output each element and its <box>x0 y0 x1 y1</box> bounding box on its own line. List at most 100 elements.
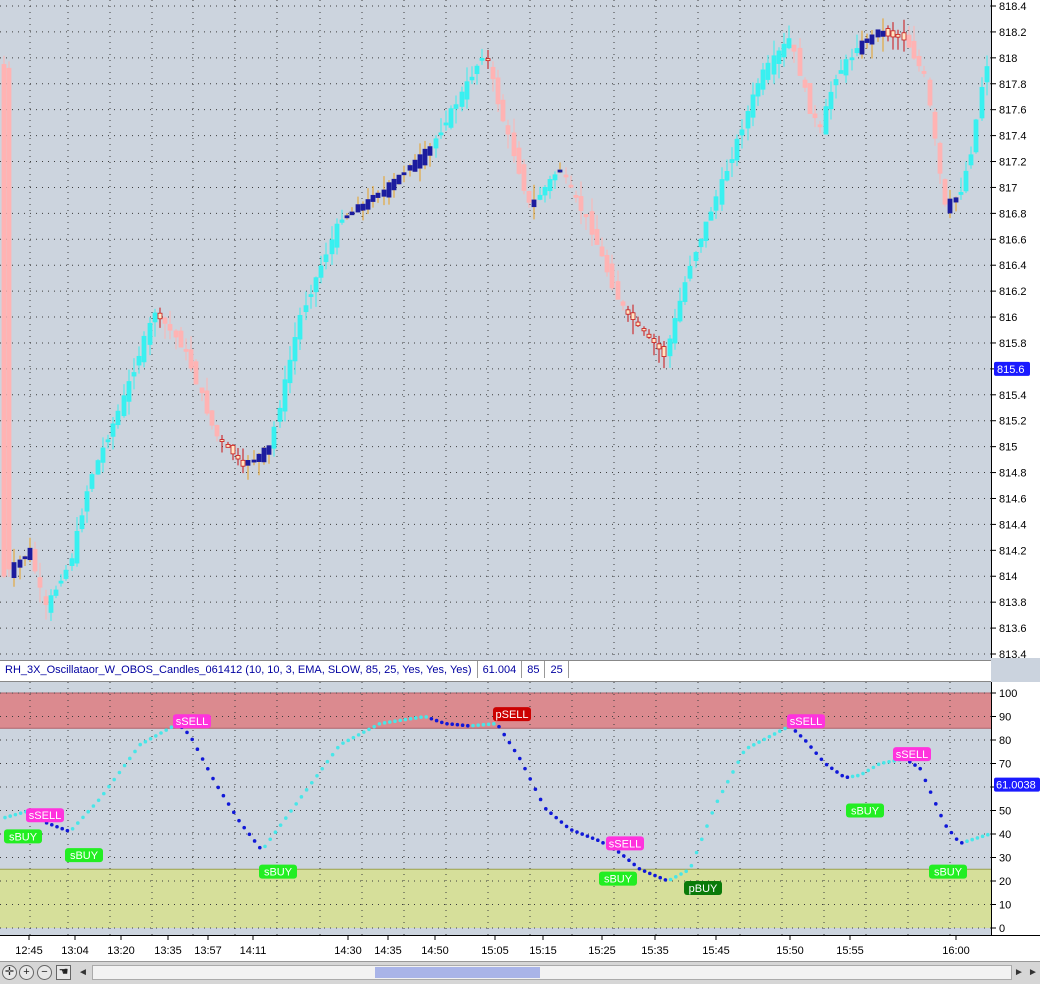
oscillator-dot <box>341 741 345 745</box>
candle-body <box>74 530 80 564</box>
candle-body <box>89 474 95 489</box>
oscillator-dot <box>835 770 839 774</box>
oscillator-dot <box>247 832 252 837</box>
candle-body <box>698 238 704 248</box>
oscillator-dot <box>684 869 688 874</box>
oscillator-dot <box>211 776 215 781</box>
candle-body <box>141 335 147 363</box>
scrollbar-thumb[interactable] <box>375 967 540 978</box>
oscillator-dot <box>252 839 257 843</box>
oscillator-dot <box>195 747 200 752</box>
candle-body <box>817 124 823 128</box>
candle-body <box>105 439 111 443</box>
oscillator-dot <box>96 798 101 803</box>
oscillator-dot <box>585 834 590 838</box>
candle-body <box>656 343 662 350</box>
candle-body <box>422 148 428 166</box>
candle-body <box>542 187 548 196</box>
oscillator-dot <box>778 729 782 734</box>
osc-tick-label: 50 <box>999 806 1011 818</box>
oscillator-dot <box>918 766 922 771</box>
horizontal-scrollbar[interactable] <box>92 965 1012 980</box>
oscillator-dot <box>668 877 673 882</box>
candle-body <box>724 170 730 181</box>
candle-body <box>984 66 990 83</box>
oscillator-dot <box>601 841 605 845</box>
oscillator-dot <box>559 820 564 824</box>
candle-body <box>687 265 693 279</box>
oscillator-dot <box>674 875 678 879</box>
oscillator-dot <box>70 826 75 831</box>
oscillator-dot <box>752 743 756 747</box>
candle-body <box>755 83 761 97</box>
candle-body <box>401 172 407 176</box>
candle-body <box>245 460 251 466</box>
scroll-end-button[interactable]: ► <box>1026 965 1040 980</box>
candle-body <box>511 132 517 157</box>
current-price-label: 815.6 <box>997 364 1025 376</box>
indicator-title: RH_3X_Oscillataor_W_OBOS_Candles_061412 … <box>0 661 478 678</box>
oscillator-dot <box>533 787 538 791</box>
oscillator-dot <box>320 766 325 771</box>
candle-body <box>79 515 85 530</box>
oscillator-dot <box>783 726 787 731</box>
candle-body <box>58 580 64 584</box>
candle-body <box>313 277 319 293</box>
oscillator-dot <box>216 785 220 790</box>
oscillator-dot <box>975 836 980 840</box>
candle-body <box>438 132 444 136</box>
oscillator-dot <box>762 737 766 742</box>
candle-body <box>864 38 870 43</box>
oscillator-dot <box>310 781 314 785</box>
scroll-right-button[interactable]: ► <box>1012 965 1026 980</box>
candle-body <box>214 425 220 437</box>
oscillator-dot <box>294 802 299 806</box>
oscillator-dot <box>445 721 449 726</box>
candle-body <box>791 44 797 52</box>
oscillator-dot <box>107 784 111 789</box>
oscillator-dot <box>814 751 818 755</box>
price-tick-label: 814.8 <box>999 468 1027 480</box>
oscillator-dot <box>185 730 189 735</box>
oscillator-dot <box>159 731 163 735</box>
oscillator-dot <box>871 765 876 770</box>
candle-body <box>833 79 839 86</box>
oscillator-dot <box>414 716 418 720</box>
scroll-left-button[interactable]: ◄ <box>76 965 90 980</box>
oscillator-dot <box>388 720 392 724</box>
oscillator-dot <box>200 757 205 761</box>
oscillator-dot <box>76 821 80 825</box>
candle-body <box>859 40 865 55</box>
time-tick-label: 13:35 <box>154 945 182 957</box>
candle-body <box>292 337 298 362</box>
osc-tick-label: 0 <box>999 923 1005 935</box>
oscillator-dot <box>705 824 709 828</box>
oscillator-dot <box>658 875 662 880</box>
zoom-in-icon[interactable]: + <box>19 965 34 980</box>
signal-text: sSELL <box>790 716 822 728</box>
oscillator-dot <box>476 723 481 727</box>
candle-body <box>193 361 199 385</box>
time-tick-label: 15:05 <box>481 945 509 957</box>
zoom-out-icon[interactable]: − <box>37 965 52 980</box>
candle-body <box>979 87 985 119</box>
crosshair-icon[interactable]: ✛ <box>2 965 17 980</box>
time-tick-label: 13:57 <box>194 945 222 957</box>
candle-body <box>464 81 470 100</box>
price-tick-label: 814 <box>999 571 1017 583</box>
oscillator-dot <box>819 757 824 762</box>
candle-body <box>812 113 818 119</box>
candle-body <box>776 50 782 64</box>
oscillator-dot <box>590 836 595 840</box>
oscillator-pane[interactable]: sSELL sBUY sBUY sSELL sBUY pSELL sSELL sBUY pBUY… <box>0 682 991 935</box>
signal-label-sell: sSELL <box>893 747 931 762</box>
osc-tick-label: 10 <box>999 900 1011 912</box>
oscillator-dot <box>689 863 694 868</box>
price-chart-pane[interactable] <box>0 0 991 655</box>
candle-body <box>880 30 886 37</box>
hand-icon[interactable]: ☚ <box>56 965 71 980</box>
oscillator-dot <box>798 734 803 738</box>
indicator-title-bar[interactable]: RH_3X_Oscillataor_W_OBOS_Candles_061412 … <box>0 660 991 682</box>
price-tick-label: 816.8 <box>999 208 1027 220</box>
oscillator-dot <box>289 809 293 813</box>
